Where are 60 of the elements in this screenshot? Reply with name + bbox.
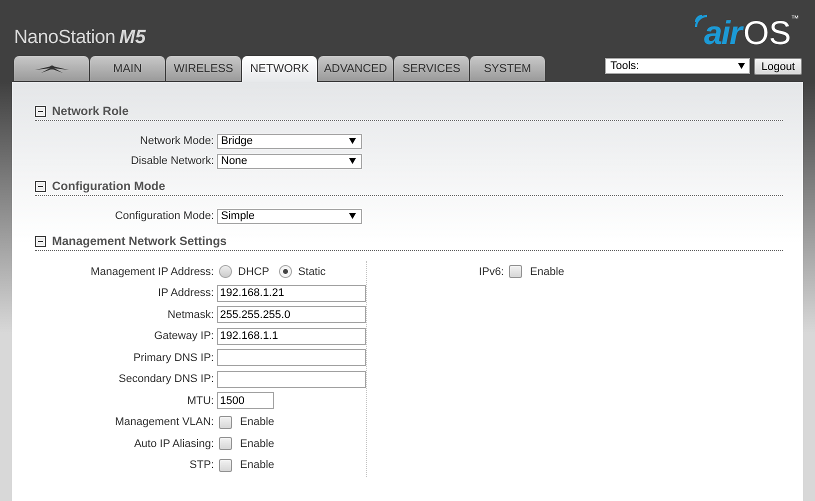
input-field[interactable]: 255.255.255.0 (217, 306, 366, 324)
field-label: Gateway IP: (153, 330, 215, 342)
nav-tab[interactable]: MAIN (90, 56, 165, 81)
checkbox[interactable] (219, 416, 232, 429)
field-label: MTU: (186, 394, 215, 407)
select-dropdown[interactable]: Bridge (217, 134, 362, 148)
checkbox[interactable] (219, 458, 232, 472)
caret-icon (349, 158, 356, 164)
section-title: Management Network Settings (52, 234, 227, 248)
radio-button[interactable] (219, 265, 232, 278)
logo-prefix: air (704, 14, 742, 52)
section-title: Network Role (52, 104, 129, 118)
logout-button[interactable]: Logout (754, 58, 802, 75)
input-field[interactable] (217, 370, 366, 388)
checkbox-label: Enable (530, 266, 564, 278)
select-dropdown[interactable]: Simple (217, 208, 362, 224)
product-model: M5 (119, 27, 146, 48)
input-field[interactable] (217, 349, 366, 366)
product-name: NanoStation (14, 27, 116, 48)
checkbox-label: Enable (240, 416, 274, 428)
field-label: IP Address: (156, 287, 215, 300)
tools-dropdown[interactable]: Tools: (605, 58, 750, 74)
checkbox-label: Enable (240, 438, 274, 450)
field-label: Management VLAN: (114, 416, 215, 428)
field-label: Netmask: (166, 308, 215, 321)
checkbox-label: Enable (240, 459, 274, 472)
collapse-toggle-icon[interactable] (35, 180, 46, 192)
input-field[interactable]: 1500 (217, 392, 274, 410)
field-label: IPv6: (478, 266, 505, 278)
caret-icon (349, 138, 356, 144)
select-dropdown[interactable]: None (217, 154, 362, 168)
nav-tab[interactable]: SERVICES (394, 56, 469, 81)
field-label: Configuration Mode: (114, 210, 215, 222)
field-label: Auto IP Aliasing: (133, 438, 215, 450)
nav-tab[interactable]: NETWORK (242, 56, 317, 82)
collapse-toggle-icon[interactable] (35, 236, 46, 246)
input-field[interactable]: 192.168.1.1 (217, 328, 366, 345)
nav-tab[interactable]: WIRELESS (166, 56, 241, 81)
checkbox[interactable] (509, 265, 522, 278)
nav-tab[interactable]: SYSTEM (470, 56, 545, 81)
field-label: Primary DNS IP: (132, 352, 215, 364)
section-title: Configuration Mode (52, 179, 166, 193)
logo-suffix: OS (743, 14, 791, 52)
antenna-logo-icon (34, 64, 68, 74)
radio-label: Static (298, 266, 326, 278)
nav-tab[interactable]: ADVANCED (318, 56, 393, 81)
radio-label: DHCP (238, 266, 270, 278)
field-label: Management IP Address: (90, 266, 215, 278)
input-field[interactable]: 192.168.1.21 (217, 284, 366, 302)
checkbox[interactable] (219, 437, 232, 450)
trademark-mark: ™ (791, 14, 799, 23)
radio-button[interactable] (279, 265, 292, 278)
field-label: STP: (188, 459, 215, 472)
caret-icon (349, 213, 356, 219)
field-label: Secondary DNS IP: (118, 373, 215, 386)
field-label: Network Mode: (139, 135, 215, 147)
home-tab[interactable] (14, 56, 89, 81)
caret-icon (738, 63, 746, 69)
field-label: Disable Network: (130, 155, 215, 167)
collapse-toggle-icon[interactable] (35, 106, 46, 116)
